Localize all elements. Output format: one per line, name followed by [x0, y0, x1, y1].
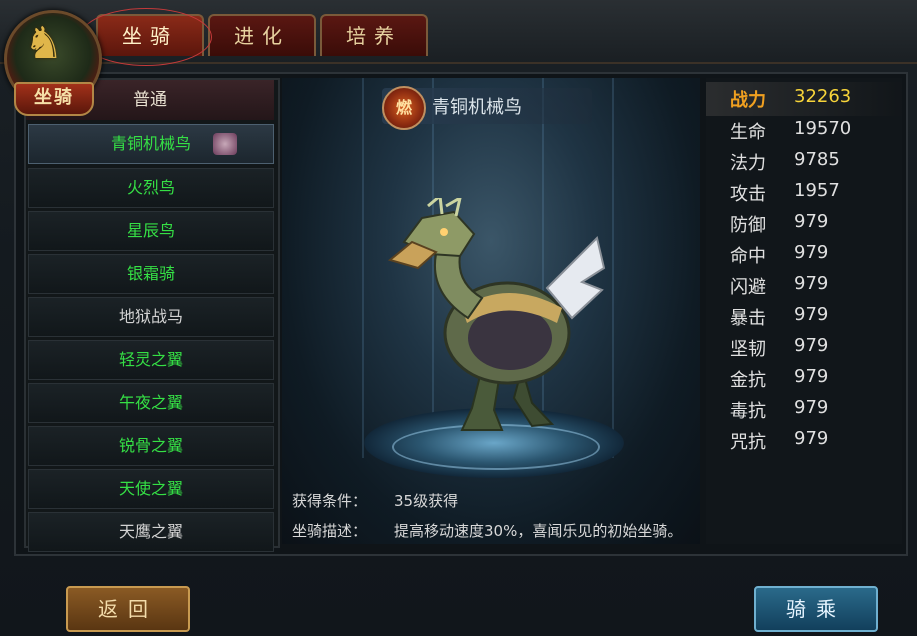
stat-label: 命中	[730, 246, 766, 267]
stat-label: 攻击	[730, 184, 766, 205]
tab-evolve[interactable]: 进化	[208, 14, 316, 56]
stat-value: 9785	[794, 149, 840, 170]
mount-list-item[interactable]: 星辰鸟	[28, 211, 274, 251]
tab-train[interactable]: 培养	[320, 14, 428, 56]
mount-emblem: ♞ 坐骑	[2, 8, 102, 118]
mount-list-item[interactable]: 轻灵之翼	[28, 340, 274, 380]
mount-list-item[interactable]: 午夜之翼	[28, 383, 274, 423]
equipped-scroll-icon	[213, 133, 237, 155]
description-value: 提高移动速度30%，喜闻乐见的初始坐骑。	[394, 522, 683, 540]
light-beam	[362, 78, 364, 458]
stats-panel: 战力 32263 生命 19570 法力 9785 攻击 1957 防御 979…	[706, 78, 902, 544]
light-beam	[612, 78, 614, 458]
game-window: 坐骑 进化 培养 ♞ 坐骑 普通 青铜机械鸟 火烈鸟 星辰鸟 银霜骑 地狱战马 …	[0, 0, 917, 636]
mount-list-item[interactable]: 火烈鸟	[28, 168, 274, 208]
stat-value: 979	[794, 366, 829, 387]
top-tab-bar: 坐骑 进化 培养	[0, 0, 917, 66]
stat-row-power: 战力 32263	[730, 86, 851, 112]
stat-row: 命中 979	[730, 242, 828, 268]
mount-list-item[interactable]: 地狱战马	[28, 297, 274, 337]
stat-value: 979	[794, 335, 829, 356]
stat-value: 1957	[794, 180, 840, 201]
mount-description: 坐骑描述： 提高移动速度30%，喜闻乐见的初始坐骑。	[292, 520, 682, 541]
stat-row: 攻击 1957	[730, 180, 840, 206]
mount-list-item[interactable]: 银霜骑	[28, 254, 274, 294]
description-label: 坐骑描述：	[292, 522, 368, 540]
stat-row: 生命 19570	[730, 118, 851, 144]
stat-row: 暴击 979	[730, 304, 828, 330]
stat-value: 979	[794, 242, 829, 263]
stat-row: 坚韧 979	[730, 335, 828, 361]
mount-list: 普通 青铜机械鸟 火烈鸟 星辰鸟 银霜骑 地狱战马 轻灵之翼 午夜之翼 锐骨之翼…	[24, 78, 280, 552]
stat-label: 法力	[730, 153, 766, 174]
stat-label: 闪避	[730, 277, 766, 298]
stat-label: 金抗	[730, 370, 766, 391]
mount-list-item[interactable]: 锐骨之翼	[28, 426, 274, 466]
condition-label: 获得条件：	[292, 492, 368, 510]
mount-list-item[interactable]: 天鹰之翼	[28, 512, 274, 552]
pegasus-icon: ♞	[24, 18, 64, 69]
mount-item-label: 青铜机械鸟	[110, 134, 191, 153]
stat-label: 咒抗	[730, 432, 766, 453]
stat-label: 防御	[730, 215, 766, 236]
ride-button[interactable]: 骑乘	[754, 586, 878, 632]
stat-value: 979	[794, 273, 829, 294]
stat-label: 战力	[730, 90, 766, 111]
mechanical-bird-model[interactable]	[382, 198, 612, 438]
emblem-label: 坐骑	[14, 82, 94, 116]
stat-value: 979	[794, 211, 829, 232]
mount-preview-stage: 燃 青铜机械鸟 获得条件： 35级获得 坐骑描述： 提高移动速度30%，喜闻乐见…	[282, 78, 700, 544]
back-button[interactable]: 返回	[66, 586, 190, 632]
mount-list-item[interactable]: 天使之翼	[28, 469, 274, 509]
stat-row: 金抗 979	[730, 366, 828, 392]
stat-value: 19570	[794, 118, 852, 139]
stat-label: 生命	[730, 122, 766, 143]
stat-row: 防御 979	[730, 211, 828, 237]
stat-value: 979	[794, 428, 829, 449]
tab-mount[interactable]: 坐骑	[96, 14, 204, 56]
burn-badge-icon[interactable]: 燃	[382, 86, 426, 130]
stat-row: 闪避 979	[730, 273, 828, 299]
stat-row: 毒抗 979	[730, 397, 828, 423]
stat-value: 979	[794, 397, 829, 418]
stat-label: 暴击	[730, 308, 766, 329]
stat-row: 咒抗 979	[730, 428, 828, 454]
acquire-condition: 获得条件： 35级获得	[292, 490, 458, 511]
mount-list-item[interactable]: 青铜机械鸟	[28, 124, 274, 164]
mount-name: 青铜机械鸟	[432, 97, 522, 118]
stat-label: 毒抗	[730, 401, 766, 422]
stat-value: 32263	[794, 86, 852, 107]
stat-row: 法力 9785	[730, 149, 840, 175]
condition-value: 35级获得	[394, 492, 459, 510]
stat-value: 979	[794, 304, 829, 325]
stat-label: 坚韧	[730, 339, 766, 360]
